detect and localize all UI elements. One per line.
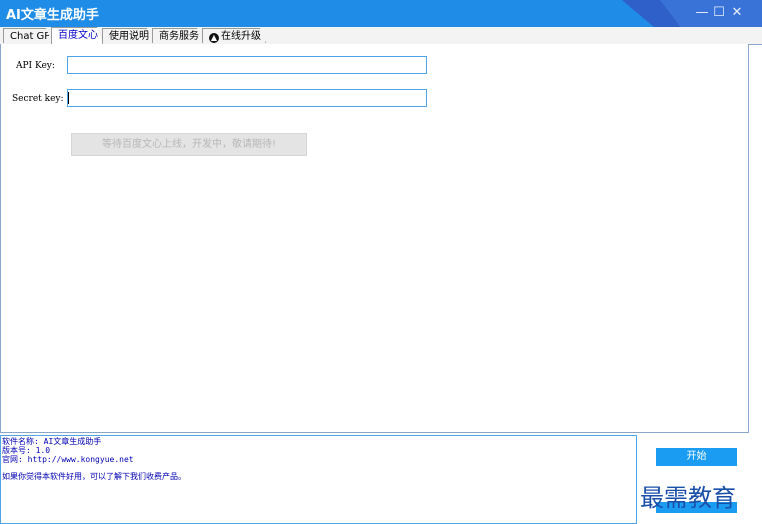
tab-label: 使用说明 [109, 31, 149, 42]
secret-key-input[interactable] [67, 89, 427, 107]
start-button[interactable]: 开始 [656, 448, 737, 466]
watermark: 最需教育 [640, 484, 736, 512]
tab-usage-guide[interactable]: 使用说明 [102, 28, 153, 43]
promo-text: 如果你觉得本软件好用，可以了解下我们收费产品。 [2, 472, 186, 481]
api-key-input[interactable] [67, 56, 427, 74]
window-title: AI文章生成助手 [6, 8, 99, 23]
upload-circle-icon: ▲ [210, 33, 218, 42]
title-bar: AI文章生成助手 — ☐ ✕ [0, 0, 762, 27]
tab-label: 在线升级 [221, 31, 261, 42]
secret-key-label: Secret key: [12, 94, 64, 104]
info-box[interactable]: 软件名称: AI文章生成助手 版本号: 1.0 官网: http://www.k… [0, 435, 637, 524]
tab-label: 商务服务 [159, 31, 199, 42]
text-caret [68, 92, 69, 104]
wait-button[interactable]: 等待百度文心上线，开发中，敬请期待! [71, 133, 307, 156]
tab-baidu-wenxin[interactable]: 百度文心 [51, 27, 103, 44]
api-key-label: API Key: [16, 61, 55, 71]
website-text: 官网: http://www.kongyue.net [2, 455, 134, 464]
close-button[interactable]: ✕ [729, 5, 745, 21]
tab-online-upgrade[interactable]: ▲ 在线升级 [202, 28, 266, 43]
tab-label: 百度文心 [58, 30, 98, 41]
tab-chat-gpt[interactable]: Chat GPT [3, 28, 52, 43]
tab-label: Chat GPT [10, 31, 57, 42]
minimize-button[interactable]: — [694, 5, 710, 21]
tab-bar: Chat GPT 百度文心 使用说明 商务服务 ▲ 在线升级 [0, 27, 762, 45]
tab-business-service[interactable]: 商务服务 [152, 28, 203, 43]
maximize-button[interactable]: ☐ [711, 5, 727, 21]
